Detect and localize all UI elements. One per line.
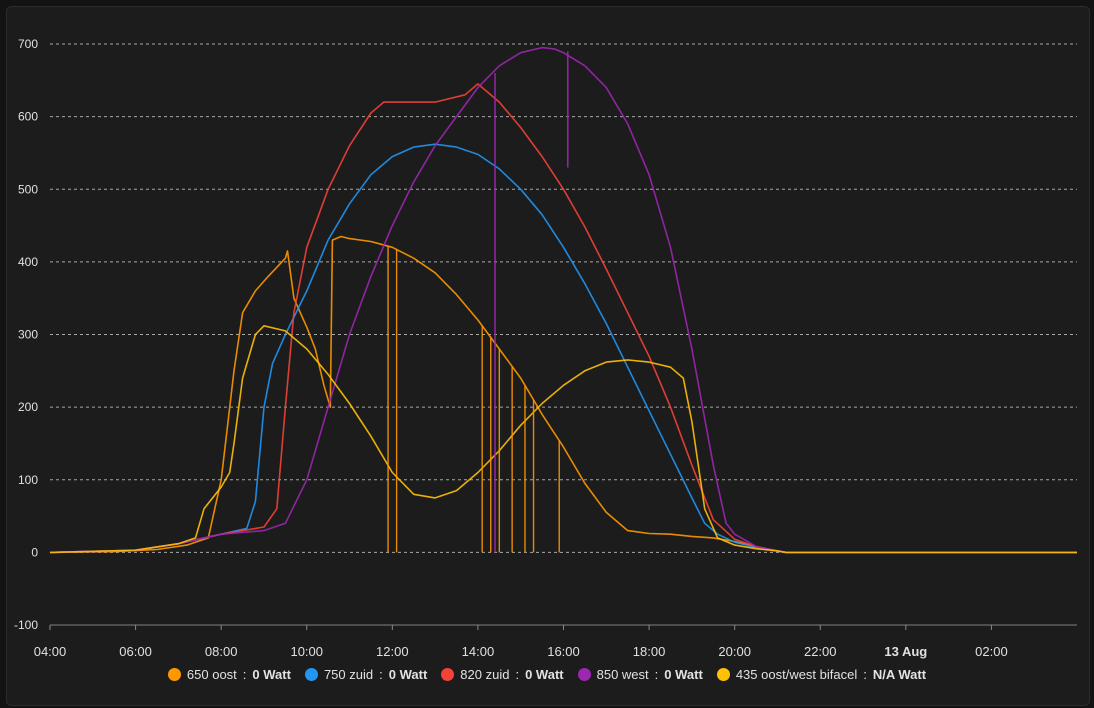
legend-value-number: 0 (525, 667, 533, 682)
legend-value-number: 0 (252, 667, 260, 682)
legend-value-unit: Watt (535, 667, 564, 682)
legend-swatch (167, 668, 181, 681)
legend-value-unit: Watt (263, 667, 291, 682)
y-tick-label: 400 (18, 255, 38, 269)
series-line-3 (49, 46, 1077, 554)
x-tick-label: 12:00 (376, 644, 409, 659)
legend-separator: : (379, 667, 383, 682)
series-line-2 (49, 83, 1077, 554)
legend-swatch (304, 668, 318, 681)
x-tick-label: 10:00 (290, 644, 323, 659)
legend: 650 oost: 0 Watt 750 zuid: 0 Watt 820 zuid… (0, 667, 1094, 682)
legend-value-unit: Watt (399, 667, 428, 682)
x-tick-label: 08:00 (205, 644, 238, 659)
legend-value-unit: Watt (675, 667, 703, 682)
x-tick-label: 13 Aug (884, 644, 927, 659)
legend-series-value: 0 Watt (664, 667, 703, 682)
legend-value-number: 0 (388, 667, 396, 682)
legend-value-number: N/A (872, 667, 895, 682)
legend-item[interactable]: 850 west: 0 Watt (577, 667, 703, 682)
y-tick-label: 200 (18, 400, 38, 414)
x-tick-label: 18:00 (633, 644, 666, 659)
x-tick-label: 16:00 (547, 644, 580, 659)
x-tick-label: 02:00 (975, 644, 1008, 659)
legend-item[interactable]: 650 oost: 0 Watt (167, 667, 291, 682)
line-chart: -100 0 100 200 300 400 500 600 700 04:00 06:00 08:… (14, 37, 1077, 659)
legend-series-value: 0 Watt (525, 667, 564, 682)
dropout-spikes (387, 51, 569, 553)
y-tick-label: 100 (18, 473, 38, 487)
x-tick-label: 04:00 (34, 644, 67, 659)
legend-item[interactable]: 750 zuid: 0 Watt (304, 667, 428, 682)
legend-series-value: N/A Watt (873, 667, 926, 682)
legend-separator: : (242, 667, 247, 682)
legend-item[interactable]: 435 oost/west bifacel: N/A Watt (716, 667, 926, 682)
legend-series-value: 0 Watt (252, 667, 291, 682)
legend-swatch (577, 668, 591, 681)
legend-series-name: 435 oost/west bifacel (735, 667, 858, 682)
legend-separator: : (863, 667, 867, 682)
y-tick-label: -100 (14, 618, 38, 632)
legend-series-value: 0 Watt (389, 667, 428, 682)
x-tick-label: 14:00 (462, 644, 495, 659)
y-tick-label: 300 (18, 328, 38, 342)
legend-series-name: 650 oost (186, 667, 237, 682)
y-tick-label: 0 (31, 545, 38, 559)
legend-item[interactable]: 820 zuid: 0 Watt (441, 667, 564, 682)
legend-series-name: 750 zuid (323, 667, 374, 682)
x-tick-labels: 04:00 06:00 08:00 10:00 12:00 14:00 16:00 18:00… (34, 644, 1008, 659)
legend-series-name: 820 zuid (460, 667, 510, 682)
grid (49, 43, 1077, 630)
y-tick-labels: -100 0 100 200 300 400 500 600 700 (14, 37, 38, 632)
x-tick-label: 20:00 (718, 644, 751, 659)
legend-swatch (716, 668, 730, 681)
series-lines (49, 46, 1077, 554)
x-tick-label: 22:00 (804, 644, 837, 659)
y-tick-label: 500 (18, 182, 38, 196)
legend-separator: : (654, 667, 659, 682)
legend-value-number: 0 (664, 667, 672, 682)
y-tick-label: 700 (18, 37, 38, 51)
series-line-1 (49, 143, 1077, 554)
y-tick-label: 600 (18, 110, 38, 124)
legend-value-unit: Watt (898, 667, 927, 682)
legend-swatch (441, 668, 455, 681)
series-line-4 (49, 325, 1077, 554)
legend-series-name: 850 west (596, 667, 649, 682)
series-line-0 (49, 235, 1077, 554)
legend-separator: : (515, 667, 520, 682)
x-tick-label: 06:00 (119, 644, 152, 659)
